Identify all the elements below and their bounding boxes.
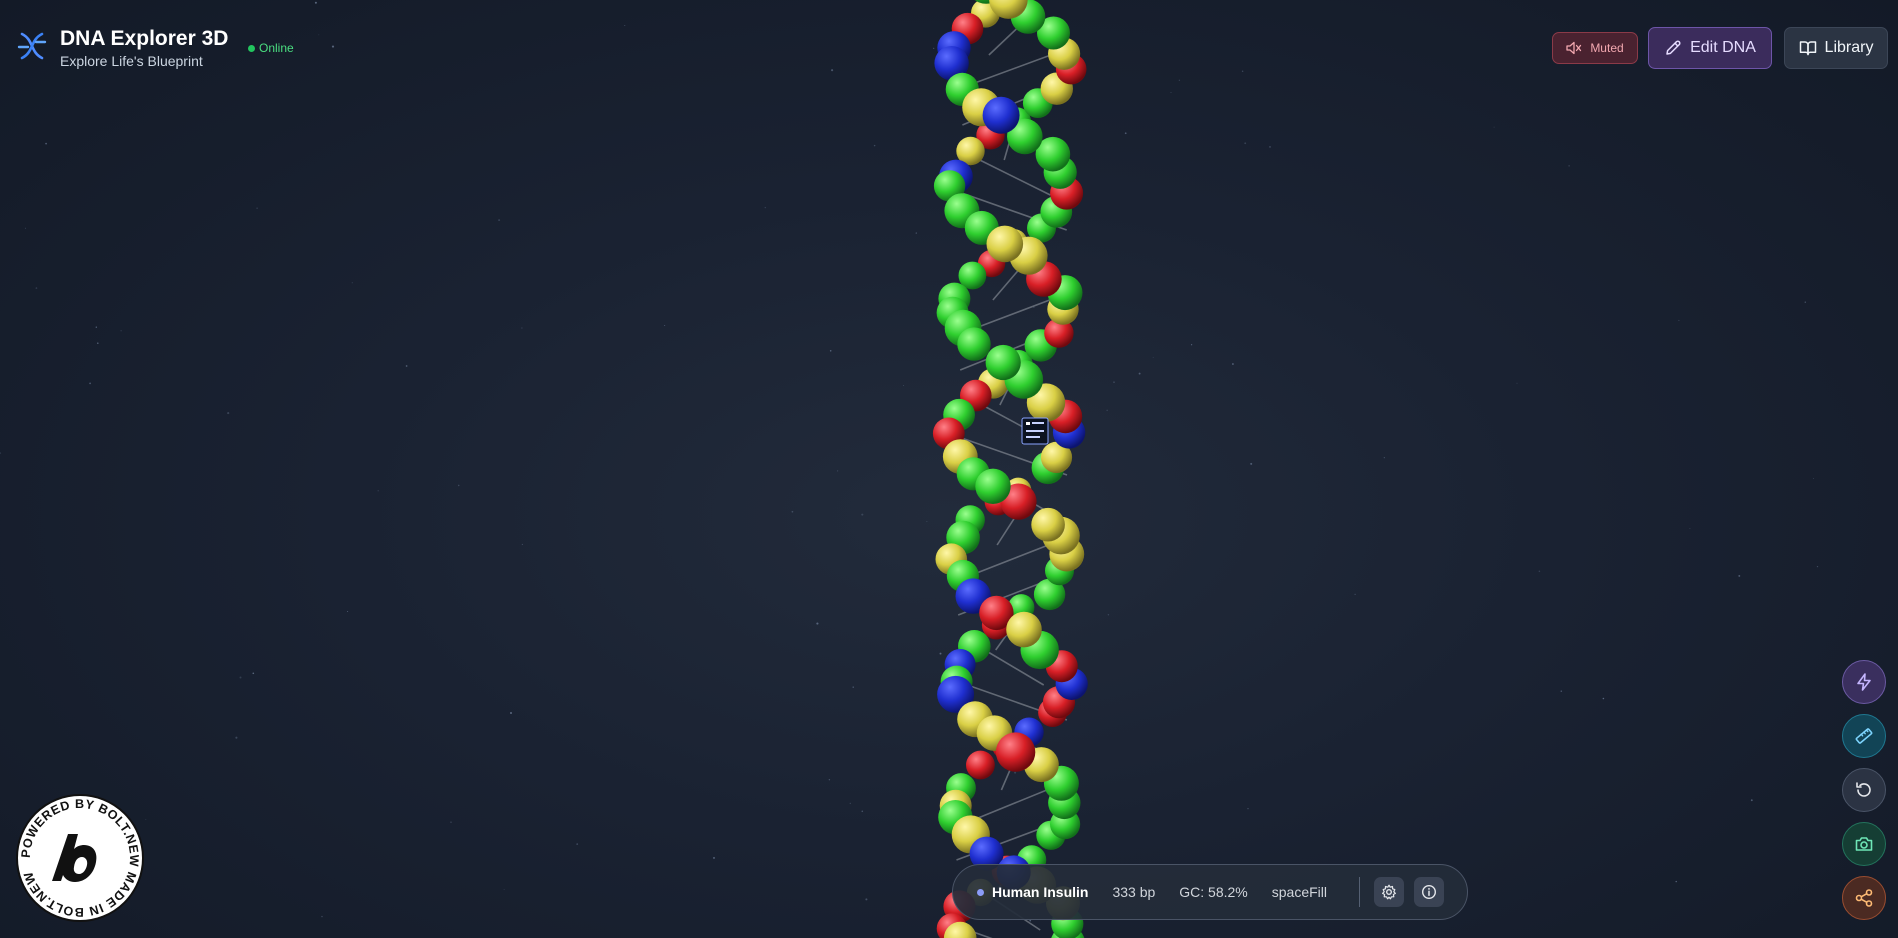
camera-icon <box>1855 837 1873 851</box>
guanine-sphere[interactable] <box>957 327 991 361</box>
cytosine-sphere[interactable] <box>995 732 1036 772</box>
adenine-sphere[interactable] <box>982 96 1020 134</box>
dna-viewport[interactable] <box>0 0 1898 938</box>
share-icon <box>1855 889 1873 907</box>
info-button[interactable] <box>1414 877 1445 907</box>
share-button[interactable] <box>1842 876 1886 920</box>
book-open-icon <box>1799 41 1816 56</box>
divider <box>1359 877 1361 907</box>
sequence-info-bar: Human Insulin 333 bp GC: 58.2% spaceFill <box>952 864 1468 920</box>
sequence-length: 333 bp <box>1112 884 1156 900</box>
mute-label: Muted <box>1590 41 1624 55</box>
ruler-icon <box>1855 728 1873 744</box>
brand: DNA Explorer 3D Explore Life's Blueprint <box>16 26 228 70</box>
info-icon <box>1422 884 1437 900</box>
app-title: DNA Explorer 3D <box>60 27 229 50</box>
cytosine-sphere[interactable] <box>966 750 995 780</box>
sequence-color-dot <box>977 888 984 896</box>
pencil-icon <box>1666 40 1681 55</box>
mute-button[interactable]: Muted <box>1552 32 1638 64</box>
app-subtitle: Explore Life's Blueprint <box>60 53 203 69</box>
thymine-sphere[interactable] <box>986 225 1024 263</box>
screenshot-button[interactable] <box>1842 822 1886 866</box>
edit-dna-button[interactable]: Edit DNA <box>1648 27 1772 69</box>
dna-logo-icon <box>17 32 47 60</box>
lightning-icon <box>1857 673 1871 691</box>
sequence-name: Human Insulin <box>992 884 1089 900</box>
app-stage: DNA Explorer 3D Explore Life's Blueprint… <box>0 0 1898 938</box>
reset-icon <box>1856 782 1871 797</box>
thymine-sphere[interactable] <box>1031 507 1065 542</box>
status-label: Online <box>259 41 294 55</box>
gc-content: GC: 58.2% <box>1179 884 1248 900</box>
nucleotide-spheres[interactable] <box>932 0 1088 938</box>
badge-ring <box>16 794 144 922</box>
thymine-sphere[interactable] <box>1006 611 1042 648</box>
settings-button[interactable] <box>1374 877 1405 907</box>
reset-view-button[interactable] <box>1842 768 1886 812</box>
edit-dna-label: Edit DNA <box>1690 39 1756 56</box>
status-badge: Online <box>248 41 294 55</box>
status-dot <box>248 44 255 52</box>
render-mode: spaceFill <box>1271 884 1328 900</box>
guanine-sphere[interactable] <box>975 468 1011 504</box>
gear-icon <box>1382 884 1397 900</box>
speaker-muted-icon <box>1566 41 1582 55</box>
bolt-badge[interactable]: POWERED BY BOLT.NEW MADE IN BOLT.NEW <box>16 794 144 922</box>
library-label: Library <box>1824 39 1874 56</box>
quick-actions-button[interactable] <box>1842 660 1886 704</box>
guanine-sphere[interactable] <box>985 344 1021 381</box>
library-button[interactable]: Library <box>1784 27 1888 69</box>
tooltip-marker <box>1021 417 1049 445</box>
measure-button[interactable] <box>1842 714 1886 758</box>
